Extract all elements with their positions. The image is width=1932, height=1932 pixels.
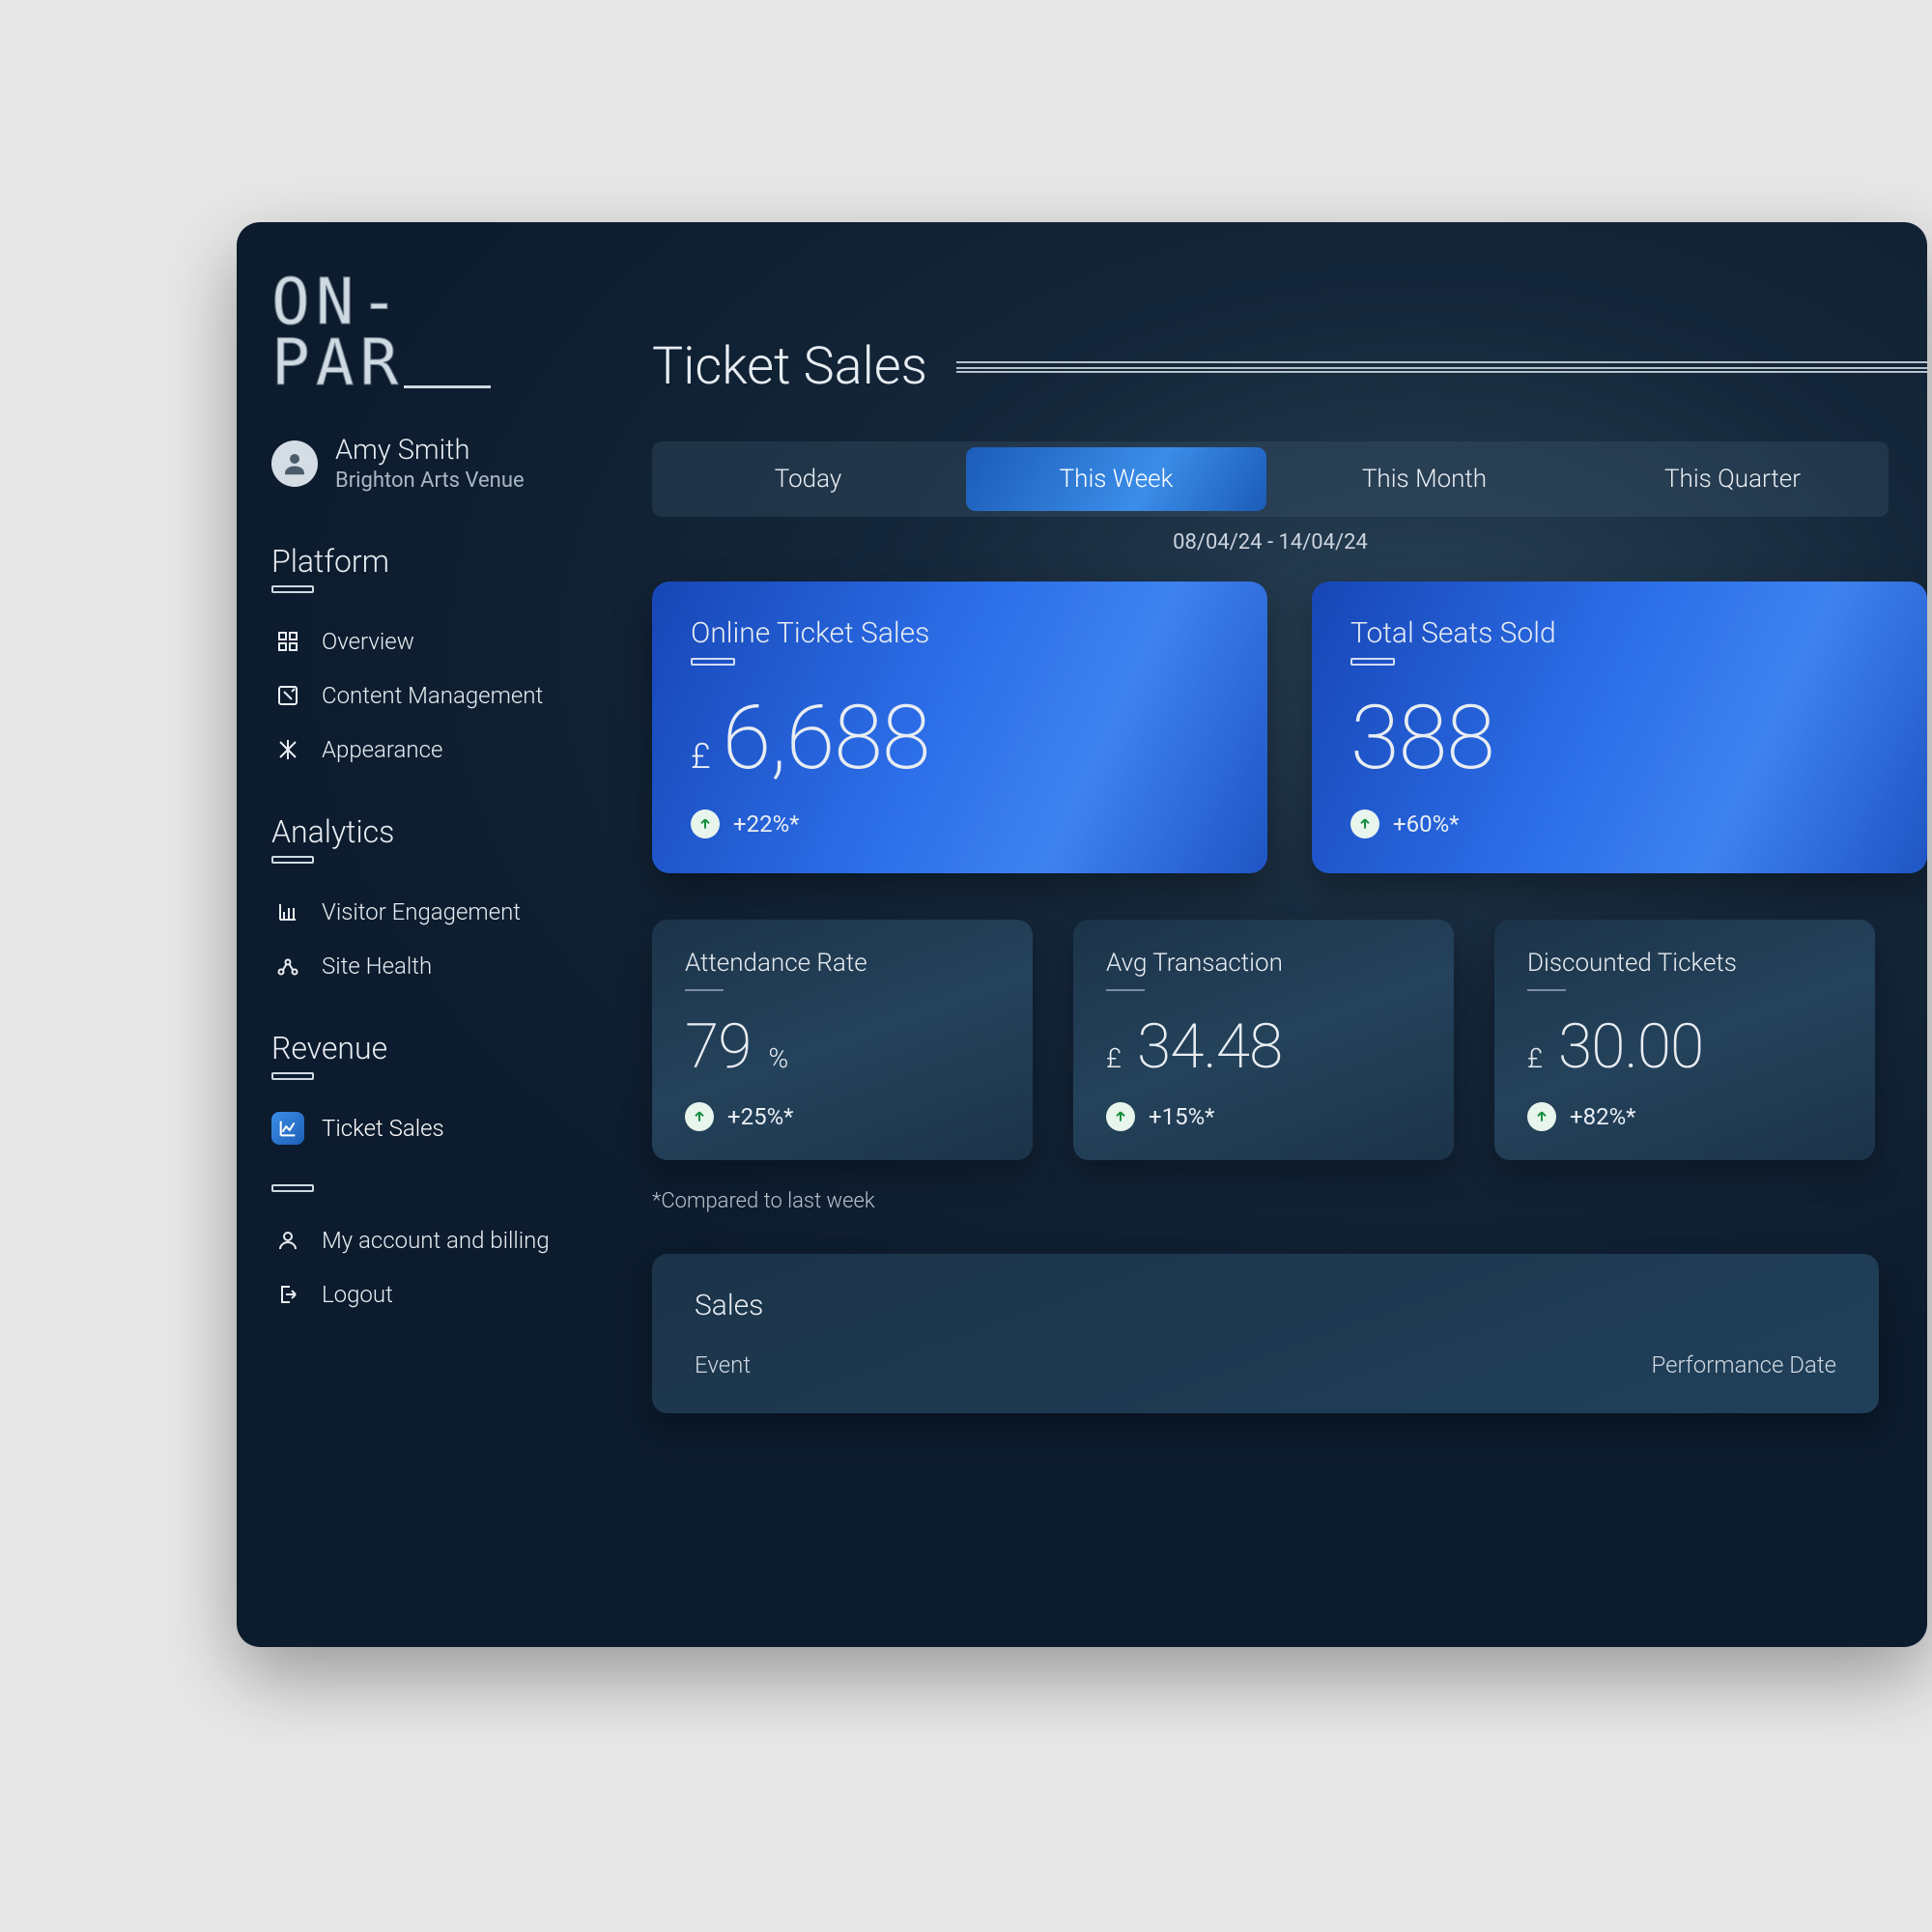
card-value: 79 — [685, 1010, 751, 1083]
design-icon — [271, 733, 304, 766]
edit-box-icon — [271, 679, 304, 712]
card-avg-transaction[interactable]: Avg Transaction £ 34.48 +15%* — [1073, 920, 1454, 1160]
section-underline — [271, 856, 314, 864]
card-attendance-rate[interactable]: Attendance Rate 79 % +25%* — [652, 920, 1033, 1160]
trend-up-icon — [691, 810, 720, 838]
trend-up-icon — [1106, 1102, 1135, 1131]
card-value: 388 — [1350, 687, 1494, 790]
card-total-seats-sold[interactable]: Total Seats Sold 388 +60%* — [1312, 582, 1927, 873]
brand-line-2: PAR — [271, 326, 404, 400]
card-underline — [1527, 989, 1566, 991]
card-label: Avg Transaction — [1106, 949, 1421, 978]
section-underline — [271, 585, 314, 593]
sidebar-item-account-billing[interactable]: My account and billing — [271, 1213, 588, 1267]
line-chart-icon — [271, 1112, 304, 1145]
sidebar-item-content-management[interactable]: Content Management — [271, 668, 588, 723]
avatar — [271, 440, 318, 487]
currency-prefix: £ — [1527, 1042, 1543, 1074]
tab-this-week[interactable]: This Week — [966, 447, 1266, 511]
card-label: Attendance Rate — [685, 949, 1000, 978]
sales-table-title: Sales — [695, 1289, 1836, 1322]
logout-icon — [271, 1278, 304, 1311]
brand-line-1: ON- — [271, 272, 588, 333]
card-value: 34.48 — [1137, 1010, 1282, 1083]
card-underline — [685, 989, 724, 991]
main-content: Ticket Sales Today This Week This Month … — [652, 222, 1927, 1647]
sidebar-item-logout[interactable]: Logout — [271, 1267, 588, 1321]
currency-prefix: £ — [691, 736, 711, 777]
bar-chart-icon — [271, 895, 304, 928]
title-rule — [956, 361, 1927, 373]
currency-prefix: £ — [1106, 1042, 1122, 1074]
person-icon — [271, 1224, 304, 1257]
card-label: Total Seats Sold — [1350, 616, 1889, 650]
sidebar-item-label: Content Management — [322, 682, 543, 709]
card-value: 30.00 — [1558, 1010, 1703, 1083]
col-event: Event — [695, 1351, 751, 1378]
change-value: +25%* — [727, 1103, 794, 1130]
sidebar-section-title-revenue: Revenue — [271, 1030, 588, 1066]
change-value: +60%* — [1393, 810, 1460, 838]
brand-logo: ON- PAR — [271, 272, 588, 393]
sales-table-header: Event Performance Date — [695, 1351, 1836, 1378]
trend-up-icon — [685, 1102, 714, 1131]
user-name: Amy Smith — [335, 434, 525, 467]
small-kpi-row: Attendance Rate 79 % +25%* Avg Transacti… — [652, 920, 1875, 1160]
change-value: +82%* — [1570, 1103, 1636, 1130]
card-online-ticket-sales[interactable]: Online Ticket Sales £ 6,688 +22%* — [652, 582, 1267, 873]
user-venue: Brighton Arts Venue — [335, 469, 525, 493]
time-range-tabs: Today This Week This Month This Quarter — [652, 441, 1889, 517]
sidebar-item-overview[interactable]: Overview — [271, 614, 588, 668]
sidebar: ON- PAR Amy Smith Brighton Arts Venue Pl… — [237, 222, 623, 1647]
tab-today[interactable]: Today — [658, 447, 958, 511]
sidebar-item-label: Ticket Sales — [322, 1115, 444, 1142]
sidebar-item-label: Appearance — [322, 736, 442, 763]
sidebar-item-label: Logout — [322, 1281, 393, 1308]
card-underline — [691, 658, 735, 666]
sidebar-item-appearance[interactable]: Appearance — [271, 723, 588, 777]
card-label: Discounted Tickets — [1527, 949, 1842, 978]
page-title: Ticket Sales — [652, 336, 927, 397]
user-profile[interactable]: Amy Smith Brighton Arts Venue — [271, 434, 588, 493]
sidebar-section-title-analytics: Analytics — [271, 813, 588, 850]
change-value: +22%* — [733, 810, 800, 838]
tab-this-month[interactable]: This Month — [1274, 447, 1575, 511]
sidebar-item-label: Visitor Engagement — [322, 898, 521, 925]
nodes-icon — [271, 950, 304, 982]
card-underline — [1350, 658, 1395, 666]
sidebar-item-visitor-engagement[interactable]: Visitor Engagement — [271, 885, 588, 939]
unit: % — [768, 1042, 788, 1074]
sidebar-item-label: My account and billing — [322, 1227, 550, 1254]
sales-table-panel: Sales Event Performance Date — [652, 1254, 1879, 1413]
big-kpi-row: Online Ticket Sales £ 6,688 +22%* Total … — [652, 582, 1927, 873]
sidebar-item-label: Overview — [322, 628, 414, 655]
comparison-footnote: *Compared to last week — [652, 1189, 1927, 1213]
sidebar-item-site-health[interactable]: Site Health — [271, 939, 588, 993]
tab-this-quarter[interactable]: This Quarter — [1582, 447, 1883, 511]
grid-icon — [271, 625, 304, 658]
date-range: 08/04/24 - 14/04/24 — [652, 530, 1889, 554]
sidebar-item-ticket-sales[interactable]: Ticket Sales — [271, 1101, 588, 1155]
trend-up-icon — [1350, 810, 1379, 838]
app-window: ON- PAR Amy Smith Brighton Arts Venue Pl… — [237, 222, 1927, 1647]
section-underline — [271, 1072, 314, 1080]
trend-up-icon — [1527, 1102, 1556, 1131]
card-label: Online Ticket Sales — [691, 616, 1229, 650]
card-value: 6,688 — [723, 687, 930, 790]
card-discounted-tickets[interactable]: Discounted Tickets £ 30.00 +82%* — [1494, 920, 1875, 1160]
sidebar-section-title-platform: Platform — [271, 543, 588, 580]
page-title-row: Ticket Sales — [652, 336, 1927, 397]
change-value: +15%* — [1149, 1103, 1215, 1130]
card-underline — [1106, 989, 1145, 991]
section-underline — [271, 1184, 314, 1192]
sidebar-item-label: Site Health — [322, 952, 432, 980]
col-performance-date: Performance Date — [1652, 1351, 1837, 1378]
